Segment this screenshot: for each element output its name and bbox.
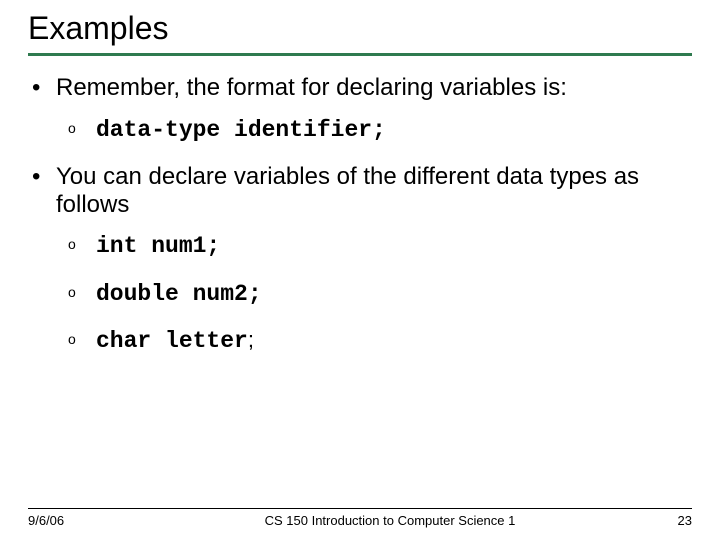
- slide-title: Examples: [28, 10, 692, 56]
- footer-course: CS 150 Introduction to Computer Science …: [148, 513, 632, 528]
- code-tail: ;: [248, 327, 254, 352]
- code-text: data-type identifier;: [96, 117, 386, 143]
- code-text: char letter: [96, 328, 248, 354]
- bullet-text: You can declare variables of the differe…: [56, 163, 639, 218]
- bullet-text: Remember, the format for declaring varia…: [56, 74, 567, 101]
- code-text: int num1;: [96, 233, 220, 259]
- footer-page: 23: [632, 513, 692, 528]
- sub-item: int num1;: [56, 232, 692, 259]
- sub-item: char letter;: [56, 327, 692, 354]
- bullet-list: Remember, the format for declaring varia…: [28, 74, 692, 355]
- sub-item: double num2;: [56, 280, 692, 307]
- footer-line: 9/6/06 CS 150 Introduction to Computer S…: [28, 508, 692, 528]
- bullet-item: Remember, the format for declaring varia…: [28, 74, 692, 143]
- sub-item: data-type identifier;: [56, 116, 692, 143]
- sub-list: data-type identifier;: [56, 116, 692, 143]
- slide: Examples Remember, the format for declar…: [0, 0, 720, 540]
- code-text: double num2;: [96, 281, 262, 307]
- sub-list: int num1; double num2; char letter;: [56, 232, 692, 354]
- slide-body: Remember, the format for declaring varia…: [28, 74, 692, 355]
- footer-date: 9/6/06: [28, 513, 148, 528]
- bullet-item: You can declare variables of the differe…: [28, 163, 692, 355]
- footer: 9/6/06 CS 150 Introduction to Computer S…: [0, 508, 720, 528]
